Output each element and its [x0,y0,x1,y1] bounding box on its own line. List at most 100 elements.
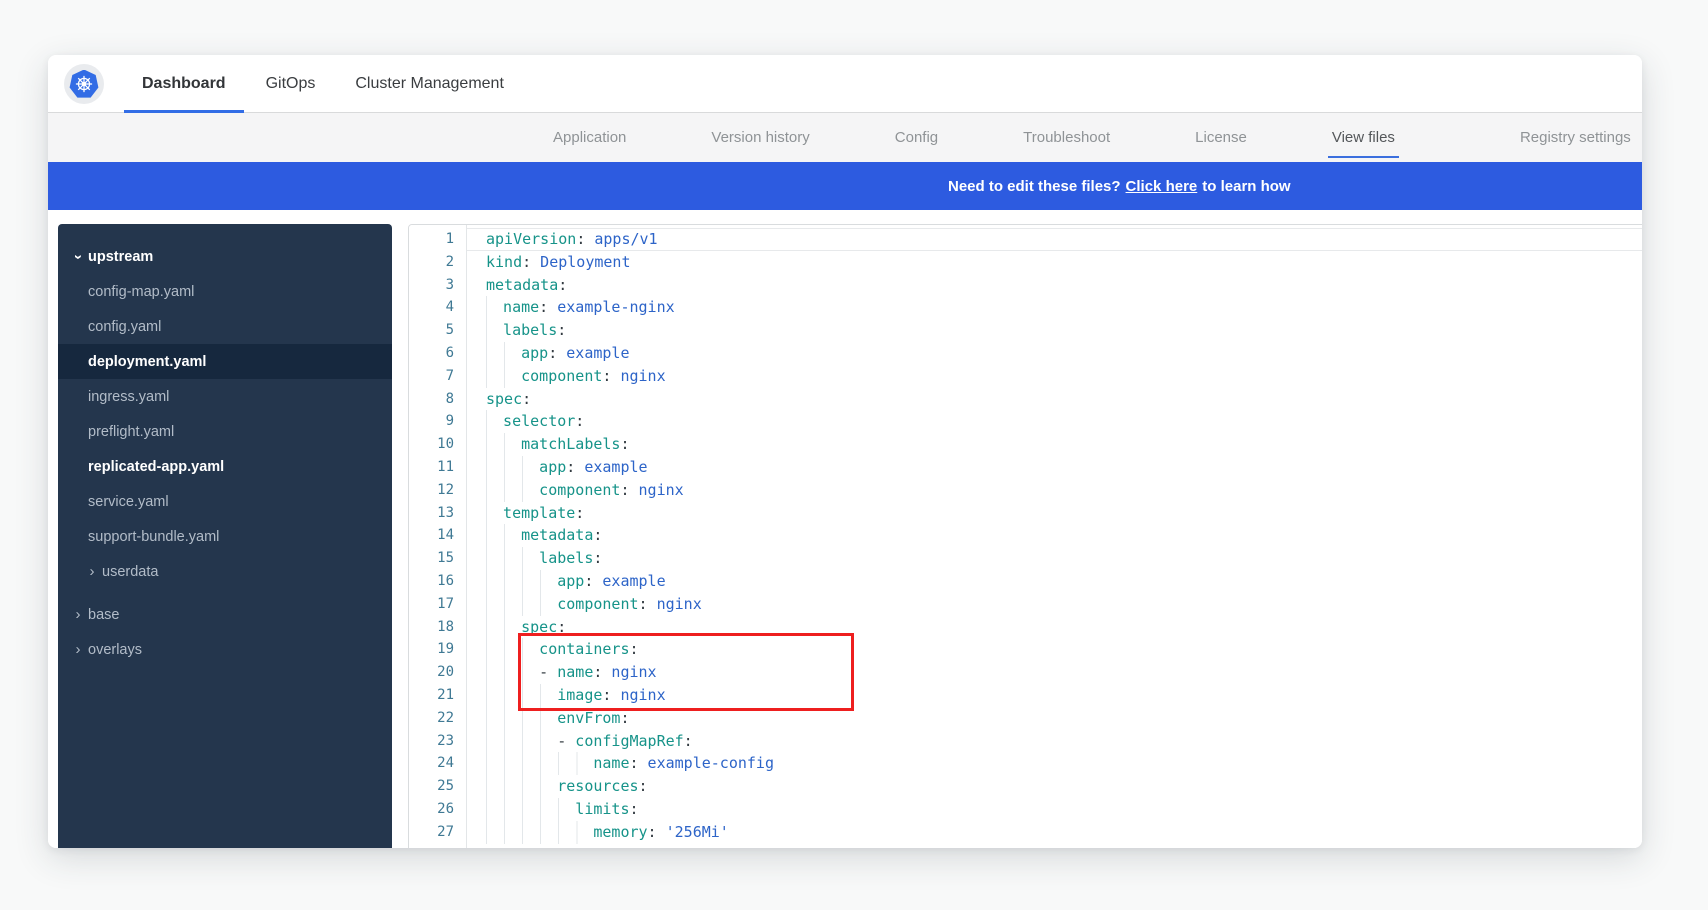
tree-folder-overlays[interactable]: ›overlays [58,632,392,667]
line-number: 1 [409,228,454,251]
indent-guides [486,661,539,684]
banner-suffix: to learn how [1202,178,1290,195]
tab-application[interactable]: Application [553,113,626,162]
kubernetes-helm-icon [69,70,99,99]
indent-guides [486,821,593,844]
yaml-punct: : [575,412,584,430]
yaml-key: labels [503,321,557,339]
line-number: 19 [409,638,454,661]
indent-guides [486,342,521,365]
tree-file-replicated-app-yaml[interactable]: replicated-app.yaml [58,449,392,484]
yaml-punct: : [575,504,584,522]
yaml-key: envFrom [557,709,620,727]
tree-folder-upstream[interactable]: ›upstream [58,239,392,274]
tree-file-config-map-yaml[interactable]: config-map.yaml [58,274,392,309]
yaml-key: containers [539,640,629,658]
yaml-key: configMapRef [575,732,683,750]
indent-guides [486,707,557,730]
code-line-6: app: example [467,342,1642,365]
yaml-punct: : [684,732,693,750]
line-number: 20 [409,661,454,684]
tab-license[interactable]: License [1195,113,1247,162]
yaml-punct: : [629,754,638,772]
tree-file-preflight-yaml[interactable]: preflight.yaml [58,414,392,449]
code-line-19: containers: [467,638,1642,661]
line-number: 27 [409,821,454,844]
file-tree-sidebar: ›upstreamconfig-map.yamlconfig.yamldeplo… [58,224,392,848]
top-nav-item-gitops[interactable]: GitOps [266,55,316,113]
line-number: 17 [409,593,454,616]
indent-guides [486,433,521,456]
yaml-value: example [593,572,665,590]
yaml-key: component [521,367,602,385]
yaml-key: selector [503,412,575,430]
tree-file-support-bundle-yaml[interactable]: support-bundle.yaml [58,519,392,554]
code-line-13: template: [467,502,1642,525]
editor-code-pane[interactable]: apiVersion: apps/v1kind: Deploymentmetad… [467,225,1642,848]
line-number: 18 [409,616,454,639]
code-line-23: - configMapRef: [467,730,1642,753]
click-here-link[interactable]: Click here [1126,178,1198,195]
indent-guides [486,730,557,753]
top-nav-item-cluster-management[interactable]: Cluster Management [355,55,504,113]
indent-guides [486,752,593,775]
tree-file-service-yaml[interactable]: service.yaml [58,484,392,519]
yaml-editor[interactable]: 1234567891011121314151617181920212223242… [408,224,1642,848]
indent-guides [486,775,557,798]
yaml-key: name [557,663,593,681]
kubernetes-logo [64,64,104,104]
yaml-value: nginx [611,367,665,385]
line-number: 23 [409,730,454,753]
line-number: 14 [409,524,454,547]
tree-folder-base[interactable]: ›base [58,597,392,632]
tree-folder-userdata[interactable]: ›userdata [58,554,392,589]
banner-prefix: Need to edit these files? [948,178,1121,195]
tab-registry-settings[interactable]: Registry settings [1520,113,1631,162]
indent-guides [486,479,539,502]
indent-guides [486,319,503,342]
tab-troubleshoot[interactable]: Troubleshoot [1023,113,1110,162]
code-line-8: spec: [467,388,1642,411]
yaml-punct: : [593,526,602,544]
tree-item-label: support-bundle.yaml [88,529,219,545]
tree-file-deployment-yaml[interactable]: deployment.yaml [58,344,392,379]
yaml-key: memory [593,823,647,841]
yaml-punct: - [557,732,575,750]
yaml-key: image [557,686,602,704]
code-line-18: spec: [467,616,1642,639]
yaml-key: apiVersion [486,230,576,248]
yaml-punct: : [558,276,567,294]
line-number: 11 [409,456,454,479]
code-line-17: component: nginx [467,593,1642,616]
yaml-value: nginx [629,481,683,499]
tree-file-config-yaml[interactable]: config.yaml [58,309,392,344]
yaml-punct: : [629,800,638,818]
editor-line-numbers: 1234567891011121314151617181920212223242… [409,225,467,848]
indent-guides [486,798,575,821]
line-number: 10 [409,433,454,456]
code-line-4: name: example-nginx [467,296,1642,319]
yaml-punct: : [629,640,638,658]
line-number: 24 [409,752,454,775]
yaml-value: example-config [639,754,774,772]
tree-item-label: replicated-app.yaml [88,459,224,475]
line-number: 22 [409,707,454,730]
line-number: 13 [409,502,454,525]
line-number: 26 [409,798,454,821]
tab-config[interactable]: Config [895,113,938,162]
yaml-value: example-nginx [548,298,674,316]
app-tab-bar: Application Version history Config Troubles… [48,113,1642,162]
indent-guides [486,547,539,570]
tab-version-history[interactable]: Version history [711,113,809,162]
yaml-punct: : [557,618,566,636]
yaml-key: component [539,481,620,499]
code-line-26: limits: [467,798,1642,821]
tab-view-files[interactable]: View files [1332,113,1395,162]
yaml-punct: : [620,709,629,727]
top-nav-item-dashboard[interactable]: Dashboard [142,55,226,113]
yaml-punct: : [593,549,602,567]
tree-file-ingress-yaml[interactable]: ingress.yaml [58,379,392,414]
yaml-key: app [521,344,548,362]
code-line-21: image: nginx [467,684,1642,707]
code-line-22: envFrom: [467,707,1642,730]
